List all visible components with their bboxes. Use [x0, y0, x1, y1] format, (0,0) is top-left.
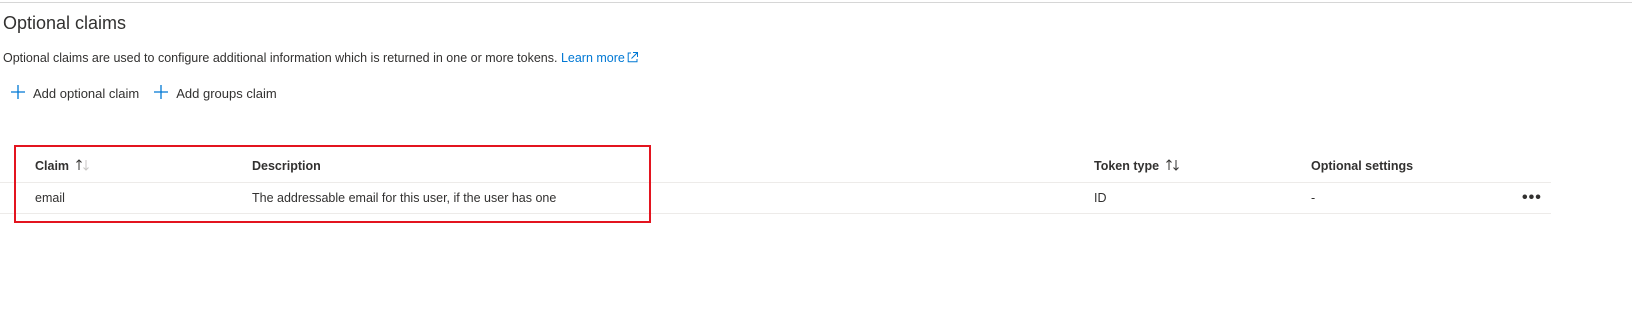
row-actions: •••: [1522, 183, 1542, 213]
intro-paragraph: Optional claims are used to configure ad…: [3, 51, 639, 67]
description-cell: The addressable email for this user, if …: [252, 191, 557, 205]
column-header-token-type-label: Token type: [1094, 159, 1160, 173]
sort-ascending-icon[interactable]: [75, 158, 91, 174]
external-link-icon: [626, 51, 639, 67]
column-header-optional-settings-label: Optional settings: [1311, 159, 1414, 173]
learn-more-label: Learn more: [560, 51, 625, 65]
add-groups-claim-button[interactable]: Add groups claim: [153, 84, 277, 103]
add-optional-claim-button[interactable]: Add optional claim: [10, 84, 139, 103]
optional-settings-cell: -: [1311, 191, 1316, 205]
command-bar: Add optional claim Add groups claim: [10, 84, 291, 103]
plus-icon: [153, 84, 169, 103]
column-header-token-type[interactable]: Token type: [1094, 150, 1181, 182]
intro-text: Optional claims are used to configure ad…: [3, 51, 558, 65]
plus-icon: [10, 84, 26, 103]
claim-cell: email: [35, 191, 65, 205]
learn-more-link[interactable]: Learn more: [561, 51, 639, 65]
column-header-description: Description: [252, 150, 321, 182]
column-header-description-label: Description: [252, 159, 321, 173]
token-type-cell: ID: [1094, 191, 1107, 205]
add-optional-claim-label: Add optional claim: [33, 86, 140, 101]
column-header-claim[interactable]: Claim: [35, 150, 91, 182]
column-header-optional-settings: Optional settings: [1311, 150, 1413, 182]
top-divider: [0, 2, 1632, 3]
table-header-row: Claim Description Token type Optional se…: [0, 150, 1551, 183]
add-groups-claim-label: Add groups claim: [176, 86, 277, 101]
more-icon[interactable]: •••: [1522, 189, 1542, 207]
claims-table: Claim Description Token type Optional se…: [0, 150, 1551, 214]
column-header-claim-label: Claim: [35, 159, 70, 173]
page-title: Optional claims: [3, 13, 127, 33]
table-row[interactable]: email The addressable email for this use…: [0, 183, 1551, 214]
sort-icon[interactable]: [1165, 158, 1181, 174]
